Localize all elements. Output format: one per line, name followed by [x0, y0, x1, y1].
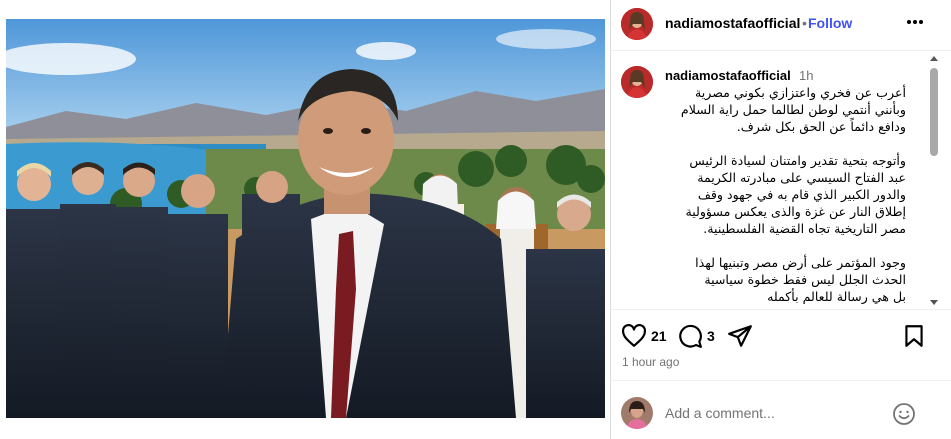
- caption-scrollbar[interactable]: [928, 52, 940, 309]
- viewer-avatar: [621, 397, 653, 429]
- caption-text: أعرب عن فخري واعتزازي بكوني مصرية وبأنني…: [680, 85, 906, 304]
- like-count[interactable]: 21: [651, 328, 667, 344]
- comment-bubble-icon[interactable]: [677, 323, 703, 349]
- post-header: nadiamostafaofficial • Follow: [611, 0, 951, 51]
- add-comment-bar: [611, 380, 951, 439]
- author-username[interactable]: nadiamostafaofficial: [665, 15, 800, 31]
- smiley-icon[interactable]: [892, 402, 916, 426]
- paper-plane-icon[interactable]: [727, 323, 753, 349]
- scroll-down-arrow[interactable]: [930, 300, 938, 305]
- scroll-up-arrow[interactable]: [930, 56, 938, 61]
- follow-button[interactable]: Follow: [808, 15, 852, 31]
- caption-username[interactable]: nadiamostafaofficial: [665, 68, 791, 83]
- post-image[interactable]: [6, 19, 605, 418]
- comment-count[interactable]: 3: [707, 328, 715, 344]
- author-avatar[interactable]: [621, 8, 653, 40]
- post-image-illustration: [6, 19, 605, 418]
- post-side-panel: nadiamostafaofficial • Follow nadiamosta…: [611, 0, 951, 439]
- more-horizontal-icon[interactable]: [905, 12, 925, 32]
- media-column: [0, 0, 612, 439]
- caption-timestamp[interactable]: 1h: [799, 68, 813, 83]
- avatar-image: [621, 397, 653, 429]
- instagram-post: nadiamostafaofficial • Follow nadiamosta…: [0, 0, 951, 439]
- separator-dot: •: [802, 15, 807, 31]
- heart-icon[interactable]: [621, 323, 647, 349]
- avatar-image: [621, 8, 653, 40]
- comment-input[interactable]: [665, 405, 885, 421]
- scrollbar-thumb[interactable]: [930, 68, 938, 156]
- caption-section: nadiamostafaofficial 1h أعرب عن فخري واع…: [611, 52, 951, 309]
- post-actions: 21 3 1 hour ago: [611, 309, 951, 379]
- post-time-ago[interactable]: 1 hour ago: [622, 355, 679, 369]
- bookmark-icon[interactable]: [901, 323, 927, 349]
